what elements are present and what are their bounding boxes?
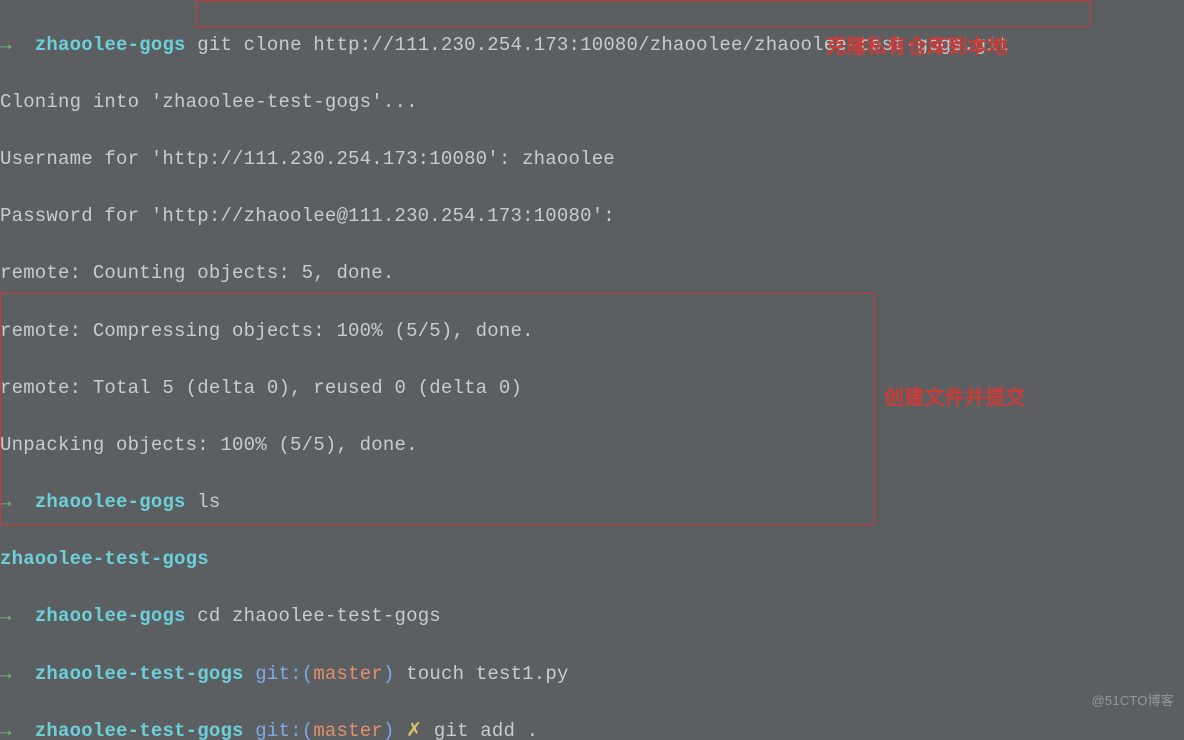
paren-close: ) (383, 663, 395, 685)
cmd-text: ls (197, 491, 220, 513)
watermark: @51CTO博客 (1092, 687, 1174, 716)
output-text: Cloning into 'zhaoolee-test-gogs'... (0, 91, 418, 113)
prompt-arrow-icon: → (0, 720, 12, 740)
term-line: → zhaoolee-gogs cd zhaoolee-test-gogs (0, 602, 1184, 631)
prompt-arrow-icon: → (0, 491, 12, 513)
prompt-dir: zhaoolee-test-gogs (35, 720, 244, 740)
term-line: Cloning into 'zhaoolee-test-gogs'... (0, 88, 1184, 117)
term-line: Password for 'http://zhaoolee@111.230.25… (0, 202, 1184, 231)
term-line: Unpacking objects: 100% (5/5), done. (0, 431, 1184, 460)
annotation-commit: 创建文件并提交 (884, 384, 1025, 413)
term-line: remote: Compressing objects: 100% (5/5),… (0, 317, 1184, 346)
paren-close: ) (383, 720, 395, 740)
prompt-dir: zhaoolee-gogs (35, 491, 186, 513)
annotation-clone: 克隆私有仓库到本地 (826, 33, 1008, 62)
prompt-arrow-icon: → (0, 605, 12, 627)
term-line: → zhaoolee-test-gogs git:(master) ✗ git … (0, 717, 1184, 740)
output-text: remote: Total 5 (delta 0), reused 0 (del… (0, 377, 522, 399)
paren-open: ( (302, 720, 314, 740)
term-line: → zhaoolee-test-gogs git:(master) touch … (0, 660, 1184, 689)
term-line: → zhaoolee-gogs ls (0, 488, 1184, 517)
dirty-icon: ✗ (406, 720, 422, 740)
ls-result: zhaoolee-test-gogs (0, 548, 209, 570)
git-branch: master (313, 720, 383, 740)
cmd-text: touch test1.py (406, 663, 568, 685)
prompt-dir: zhaoolee-test-gogs (35, 663, 244, 685)
prompt-dir: zhaoolee-gogs (35, 605, 186, 627)
paren-open: ( (302, 663, 314, 685)
git-label: git: (255, 720, 301, 740)
prompt-arrow-icon: → (0, 34, 12, 56)
output-text: remote: Counting objects: 5, done. (0, 262, 394, 284)
cmd-text: cd zhaoolee-test-gogs (197, 605, 441, 627)
term-line: Username for 'http://111.230.254.173:100… (0, 145, 1184, 174)
term-line: zhaoolee-test-gogs (0, 545, 1184, 574)
term-line: remote: Counting objects: 5, done. (0, 259, 1184, 288)
terminal-output: → zhaoolee-gogs git clone http://111.230… (0, 0, 1184, 740)
output-text: Password for 'http://zhaoolee@111.230.25… (0, 205, 615, 227)
git-branch: master (313, 663, 383, 685)
cmd-text: git add . (434, 720, 538, 740)
prompt-dir: zhaoolee-gogs (35, 34, 186, 56)
git-label: git: (255, 663, 301, 685)
output-text: remote: Compressing objects: 100% (5/5),… (0, 320, 534, 342)
output-text: Username for 'http://111.230.254.173:100… (0, 148, 615, 170)
output-text: Unpacking objects: 100% (5/5), done. (0, 434, 418, 456)
prompt-arrow-icon: → (0, 663, 12, 685)
